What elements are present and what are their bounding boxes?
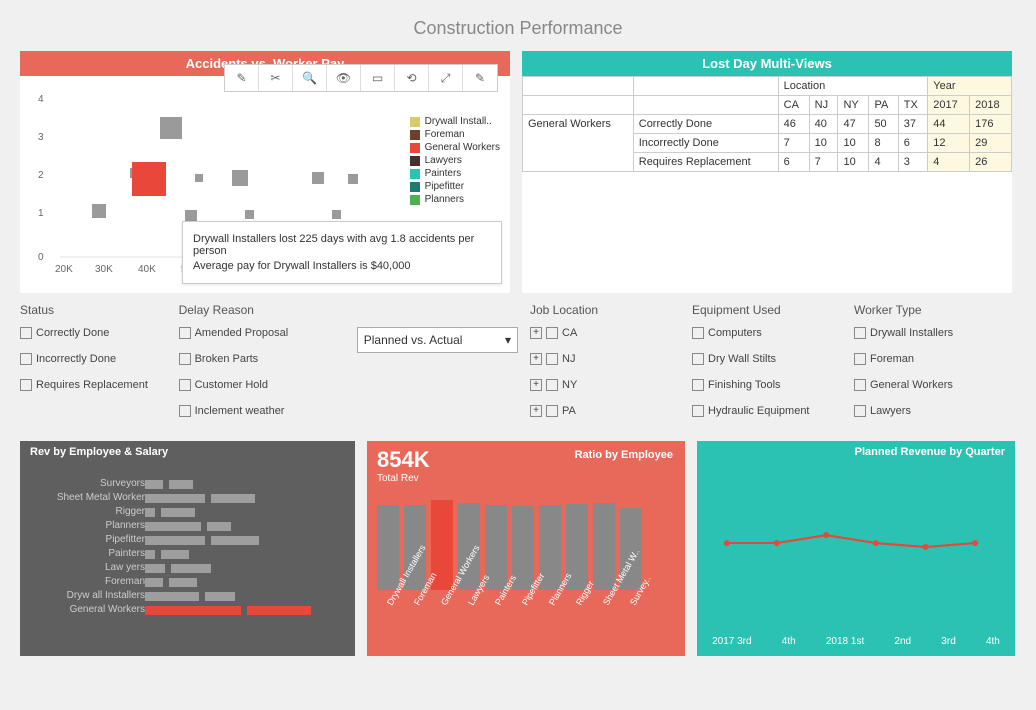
rev-employee-title: Rev by Employee & Salary [20,441,355,463]
multiview-title: Lost Day Multi-Views [522,51,1012,76]
dropdown[interactable]: Planned vs. Actual ▾ [357,327,518,353]
svg-text:30K: 30K [95,264,113,275]
jobloc-filter: Job Location +CA +NJ +NY +PA [530,303,680,431]
planned-title: Planned Revenue by Quarter [697,441,1015,463]
checkbox-item[interactable]: General Workers [854,379,1004,391]
status-filter: Status Correctly Done Incorrectly Done R… [20,303,167,431]
scatter-tooltip: Drywall Installers lost 225 days with av… [182,221,502,284]
rev-bars-chart[interactable] [145,477,345,617]
ratio-panel: 854K Total Rev Ratio by Employee Drywall… [367,441,685,656]
checkbox-item[interactable]: Customer Hold [179,379,345,391]
multiview-table: Location Year CANJNYPATX 20172018 Genera… [522,76,1012,172]
ratio-title: Ratio by Employee [575,449,673,461]
worker-filter: Worker Type Drywall Installers Foreman G… [854,303,1004,431]
tree-item[interactable]: +NY [530,379,680,391]
delay-filter: Delay Reason Amended Proposal Broken Par… [179,303,345,431]
multiview-panel: Lost Day Multi-Views Location Year CANJN… [522,51,1012,293]
checkbox-item[interactable]: Lawyers [854,405,1004,417]
svg-text:4: 4 [38,94,44,105]
tree-item[interactable]: +NJ [530,353,680,365]
chevron-down-icon: ▾ [505,333,511,347]
checkbox-item[interactable]: Hydraulic Equipment [692,405,842,417]
checkbox-item[interactable]: Correctly Done [20,327,167,339]
checkbox-item[interactable]: Drywall Installers [854,327,1004,339]
svg-text:2: 2 [38,170,44,181]
checkbox-item[interactable]: Amended Proposal [179,327,345,339]
checkbox-item[interactable]: Incorrectly Done [20,353,167,365]
table-row[interactable]: General Workers Correctly Done 464047503… [523,115,1012,134]
scatter-panel: Accidents vs. Worker Pay ✎ ✂ 🔍 👁 ▭ ⟲ ⤢ ✎… [20,51,510,293]
page-title: Construction Performance [0,0,1036,51]
checkbox-item[interactable]: Dry Wall Stilts [692,353,842,365]
planned-panel: Planned Revenue by Quarter 2017 3rd4th 2… [697,441,1015,656]
planned-vs-actual-select: Planned vs. Actual ▾ [357,303,518,431]
rev-employee-panel: Rev by Employee & Salary SurveyorsSheet … [20,441,355,656]
checkbox-item[interactable]: Broken Parts [179,353,345,365]
checkbox-item[interactable]: Requires Replacement [20,379,167,391]
svg-text:20K: 20K [55,264,73,275]
checkbox-item[interactable]: Finishing Tools [692,379,842,391]
checkbox-item[interactable]: Computers [692,327,842,339]
tree-item[interactable]: +PA [530,405,680,417]
checkbox-item[interactable]: Foreman [854,353,1004,365]
ratio-bars-chart[interactable] [377,492,675,590]
tree-item[interactable]: +CA [530,327,680,339]
svg-text:1: 1 [38,208,44,219]
planned-line-chart[interactable] [707,493,1005,613]
scatter-legend: Drywall Install.. Foreman General Worker… [410,116,500,207]
equip-filter: Equipment Used Computers Dry Wall Stilts… [692,303,842,431]
svg-text:40K: 40K [138,264,156,275]
svg-text:3: 3 [38,132,44,143]
svg-text:0: 0 [38,252,44,263]
ratio-sub: Total Rev [377,473,675,484]
checkbox-item[interactable]: Inclement weather [179,405,345,417]
